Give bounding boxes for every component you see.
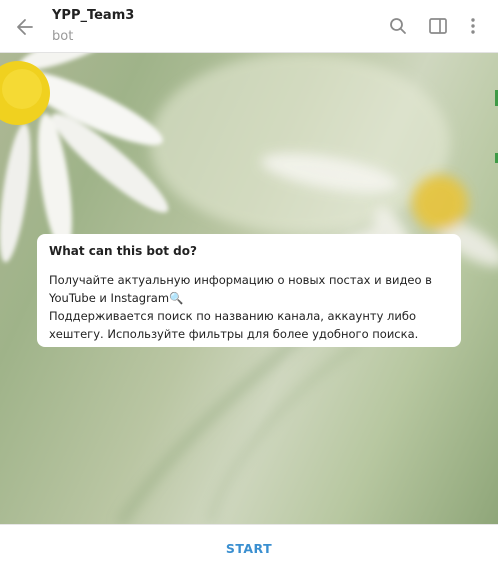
chat-title[interactable]: YPP_Team3	[52, 8, 134, 23]
more-vertical-icon	[471, 18, 475, 34]
bot-description-title: What can this bot do?	[49, 244, 197, 258]
search-icon	[390, 18, 406, 34]
sidebar-toggle-button[interactable]	[425, 13, 451, 39]
chat-footer: START	[0, 524, 498, 571]
chat-background: What can this bot do? Получайте актуальн…	[0, 53, 498, 524]
start-button[interactable]: START	[0, 525, 498, 571]
more-options-button[interactable]	[460, 13, 486, 39]
bot-description-card: What can this bot do? Получайте актуальн…	[37, 234, 461, 347]
search-button[interactable]	[385, 13, 411, 39]
chat-subtitle: bot	[52, 29, 74, 44]
bot-description-text: Получайте актуальную информацию о новых …	[49, 273, 432, 341]
chat-header: YPP_Team3 bot	[0, 0, 498, 53]
sidebar-toggle-icon	[429, 18, 447, 34]
back-button[interactable]	[10, 12, 40, 42]
back-arrow-icon	[17, 19, 33, 35]
